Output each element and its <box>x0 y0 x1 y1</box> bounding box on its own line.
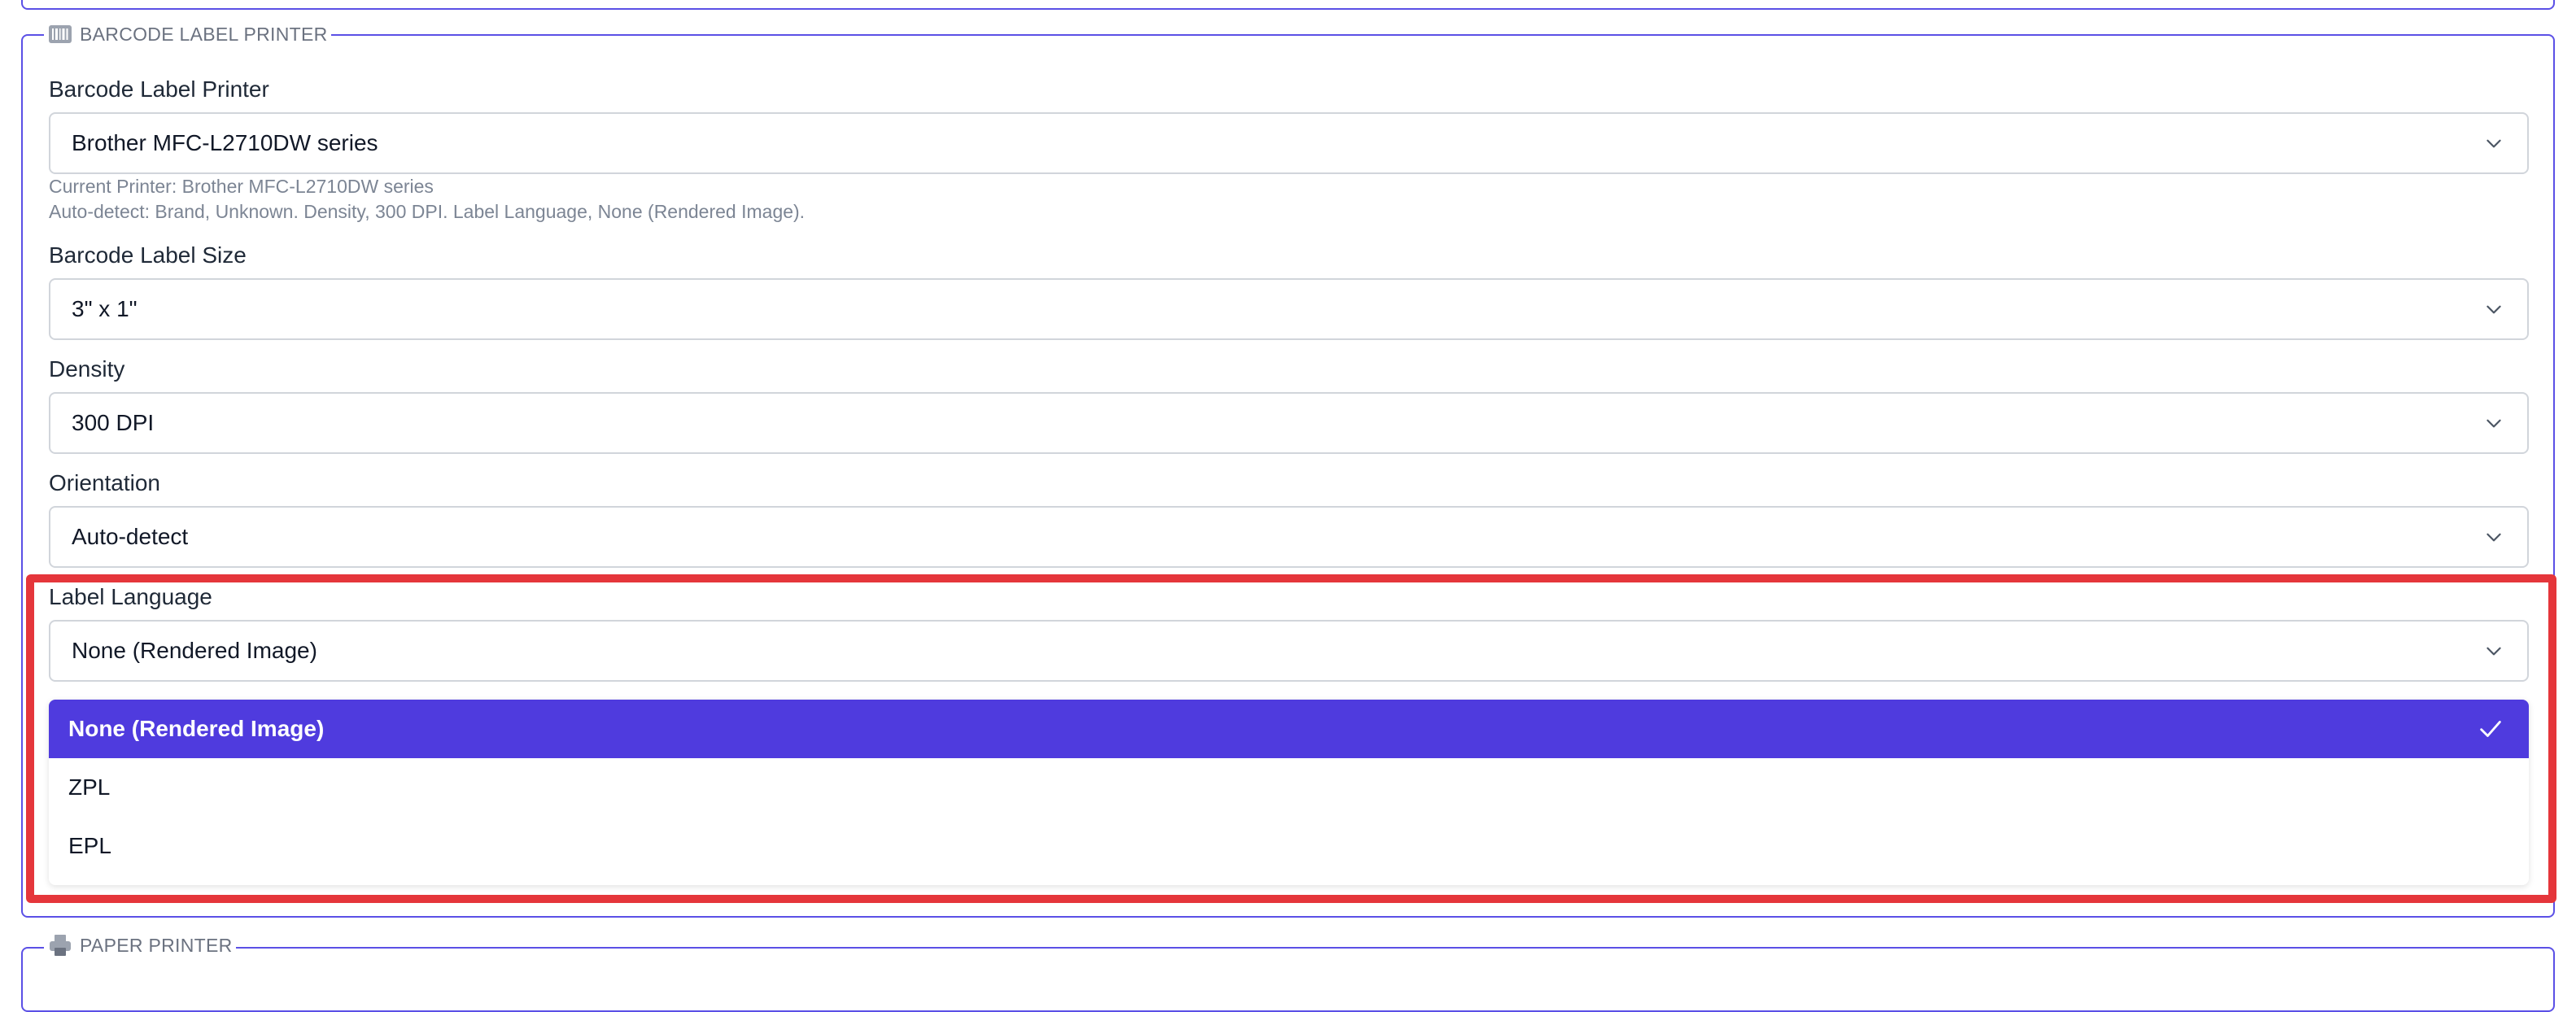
orientation-value: Auto-detect <box>72 524 189 549</box>
paper-section-legend: PAPER PRINTER <box>44 932 236 958</box>
barcode-printer-select[interactable]: Brother MFC-L2710DW series <box>49 112 2529 174</box>
highlight-box <box>26 574 2556 903</box>
label-size-value: 3" x 1" <box>72 296 138 321</box>
printer-icon <box>50 935 71 956</box>
density-select[interactable]: 300 DPI <box>49 392 2529 454</box>
current-printer-hint: Current Printer: Brother MFC-L2710DW ser… <box>49 176 434 197</box>
density-value: 300 DPI <box>72 410 155 435</box>
orientation-label: Orientation <box>49 470 160 495</box>
barcode-printer-label: Barcode Label Printer <box>49 76 269 102</box>
chevron-down-icon <box>2486 533 2501 542</box>
density-label: Density <box>49 356 125 382</box>
chevron-down-icon <box>2486 305 2501 314</box>
paper-section-frame <box>21 947 2555 1012</box>
chevron-down-icon <box>2486 419 2501 428</box>
chevron-down-icon <box>2486 139 2501 148</box>
paper-section-title: PAPER PRINTER <box>80 935 233 956</box>
label-size-label: Barcode Label Size <box>49 242 247 268</box>
barcode-printer-value: Brother MFC-L2710DW series <box>72 130 378 155</box>
orientation-select[interactable]: Auto-detect <box>49 506 2529 568</box>
barcode-section-legend: BARCODE LABEL PRINTER <box>44 21 331 47</box>
barcode-section-title: BARCODE LABEL PRINTER <box>80 24 328 45</box>
label-size-select[interactable]: 3" x 1" <box>49 278 2529 340</box>
previous-section-frame <box>21 0 2555 10</box>
auto-detect-hint: Auto-detect: Brand, Unknown. Density, 30… <box>49 201 806 222</box>
barcode-icon <box>49 25 72 43</box>
